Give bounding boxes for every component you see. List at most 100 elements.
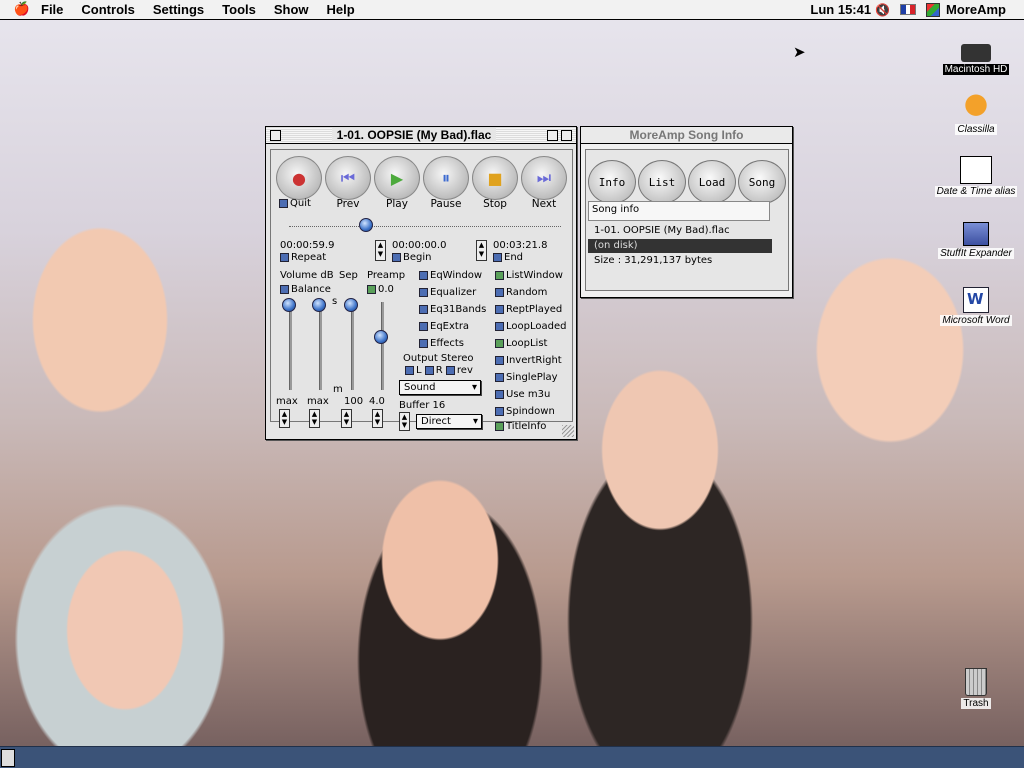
- option-titleinfo[interactable]: TitleInfo: [495, 421, 546, 432]
- desktop-icon-trash[interactable]: Trash: [931, 668, 1021, 709]
- option-equalizer[interactable]: Equalizer: [419, 287, 476, 298]
- option-eq31bands[interactable]: Eq31Bands: [419, 304, 486, 315]
- preamp-knob[interactable]: [374, 330, 388, 344]
- desktop-icon-macintosh-hd[interactable]: Macintosh HD: [931, 42, 1021, 75]
- end-stepper[interactable]: ▲ ▼: [476, 240, 487, 261]
- play-button[interactable]: ▶: [374, 156, 420, 200]
- preamp-stepper[interactable]: ▲ ▼: [372, 409, 383, 428]
- keyboard-flag-icon[interactable]: [900, 4, 917, 15]
- volume-right-value: max: [307, 396, 329, 407]
- direct-popup[interactable]: Direct: [416, 414, 482, 429]
- desktop-icon-word[interactable]: W Microsoft Word: [931, 287, 1021, 326]
- balance-option[interactable]: Balance: [280, 284, 331, 295]
- repeat-option[interactable]: Repeat: [280, 252, 326, 263]
- menu-settings[interactable]: Settings: [144, 0, 213, 20]
- option-random[interactable]: Random: [495, 287, 547, 298]
- desktop-icon-stuffit[interactable]: StuffIt Expander: [931, 222, 1021, 259]
- pause-button[interactable]: ⏸: [423, 156, 469, 200]
- word-icon: W: [963, 287, 989, 313]
- quit-label: Quit: [279, 198, 311, 209]
- sep-label: Sep: [339, 270, 358, 281]
- play-label: Play: [386, 198, 408, 210]
- sep-track[interactable]: [351, 302, 354, 390]
- resize-grip-icon[interactable]: [562, 425, 574, 437]
- menu-clock[interactable]: Lun 15:41: [810, 2, 871, 17]
- output-left-checkbox[interactable]: [405, 365, 414, 375]
- prev-button[interactable]: ⏮: [325, 156, 371, 200]
- position-slider[interactable]: [289, 226, 561, 228]
- quit-button[interactable]: ●: [276, 156, 322, 200]
- option-spindown[interactable]: Spindown: [495, 406, 555, 417]
- zoom-box-icon[interactable]: [547, 129, 558, 141]
- close-box-icon[interactable]: [270, 129, 281, 141]
- option-looploaded[interactable]: LoopLoaded: [495, 321, 566, 332]
- menu-show[interactable]: Show: [265, 0, 318, 20]
- stop-icon: ■: [487, 168, 503, 188]
- songinfo-size: Size : 31,291,137 bytes: [594, 255, 713, 266]
- songinfo-titlebar[interactable]: MoreAmp Song Info: [581, 127, 792, 144]
- option-singleplay[interactable]: SinglePlay: [495, 372, 558, 383]
- output-rev-checkbox[interactable]: [445, 365, 455, 375]
- option-eqwindow[interactable]: EqWindow: [419, 270, 482, 281]
- player-titlebar[interactable]: 1-01. OOPSIE (My Bad).flac: [266, 127, 576, 144]
- output-right-checkbox[interactable]: [424, 365, 434, 375]
- next-button[interactable]: ⏭: [521, 156, 567, 200]
- option-invertright[interactable]: InvertRight: [495, 355, 562, 366]
- song-button[interactable]: Song: [738, 160, 786, 204]
- option-effects[interactable]: Effects: [419, 338, 464, 349]
- menu-tools[interactable]: Tools: [213, 0, 265, 20]
- desktop-icon-date-time[interactable]: Date & Time alias: [931, 156, 1021, 197]
- trash-icon: [965, 668, 987, 696]
- preamp-value[interactable]: 0.0: [367, 284, 394, 295]
- option-use-m3u[interactable]: Use m3u: [495, 389, 550, 400]
- volume-left-knob[interactable]: [282, 298, 296, 312]
- volume-left-stepper[interactable]: ▲ ▼: [279, 409, 290, 428]
- desktop-icon-classilla[interactable]: Classilla: [931, 94, 1021, 135]
- apple-icon[interactable]: 🍎: [12, 2, 32, 17]
- menu-help[interactable]: Help: [318, 0, 364, 20]
- end-option[interactable]: End: [493, 252, 523, 263]
- preamp-track[interactable]: [381, 302, 384, 390]
- collapse-box-icon[interactable]: [561, 129, 572, 141]
- option-listwindow[interactable]: ListWindow: [495, 270, 563, 281]
- app-menu-name[interactable]: MoreAmp: [946, 2, 1006, 17]
- songinfo-header: Song info: [588, 201, 770, 221]
- quit-checkbox[interactable]: [279, 198, 288, 208]
- menu-controls[interactable]: Controls: [72, 0, 143, 20]
- buffer-stepper[interactable]: ▲ ▼: [399, 412, 410, 431]
- app-menu-icon[interactable]: [926, 2, 941, 17]
- prev-label: Prev: [336, 198, 360, 210]
- control-strip: [0, 746, 1024, 768]
- volume-right-track[interactable]: [319, 302, 322, 390]
- desktop-icon-label: Macintosh HD: [942, 64, 1010, 75]
- songinfo-panel: Info List Load Song Song info 1-01. OOPS…: [585, 149, 789, 291]
- volume-right-stepper[interactable]: ▲ ▼: [309, 409, 320, 428]
- songinfo-window: MoreAmp Song Info Info List Load Song So…: [580, 126, 793, 298]
- info-button[interactable]: Info: [588, 160, 636, 204]
- desktop-icon-label: StuffIt Expander: [938, 248, 1014, 259]
- next-icon: ⏭: [536, 168, 552, 187]
- speaker-muted-icon[interactable]: 🔇: [875, 3, 890, 17]
- control-strip-tab-icon[interactable]: [1, 749, 15, 767]
- desktop-icon-label: Microsoft Word: [940, 315, 1012, 326]
- begin-option[interactable]: Begin: [392, 252, 431, 263]
- volume-left-value: max: [276, 396, 298, 407]
- begin-stepper[interactable]: ▲ ▼: [375, 240, 386, 261]
- previous-icon: ⏮: [340, 168, 356, 187]
- sound-popup[interactable]: Sound: [399, 380, 481, 395]
- option-reptplayed[interactable]: ReptPlayed: [495, 304, 562, 315]
- stuffit-icon: [963, 222, 989, 246]
- sep-stepper[interactable]: ▲ ▼: [341, 409, 352, 428]
- list-button[interactable]: List: [638, 160, 686, 204]
- stop-button[interactable]: ■: [472, 156, 518, 200]
- volume-left-track[interactable]: [289, 302, 292, 390]
- option-eqextra[interactable]: EqExtra: [419, 321, 469, 332]
- load-button[interactable]: Load: [688, 160, 736, 204]
- option-looplist[interactable]: LoopList: [495, 338, 547, 349]
- record-icon: ●: [292, 168, 306, 188]
- menu-file[interactable]: File: [32, 0, 72, 20]
- volume-right-knob[interactable]: [312, 298, 326, 312]
- position-slider-knob[interactable]: [359, 218, 373, 232]
- sep-knob[interactable]: [344, 298, 358, 312]
- clock-calendar-icon: [960, 156, 992, 184]
